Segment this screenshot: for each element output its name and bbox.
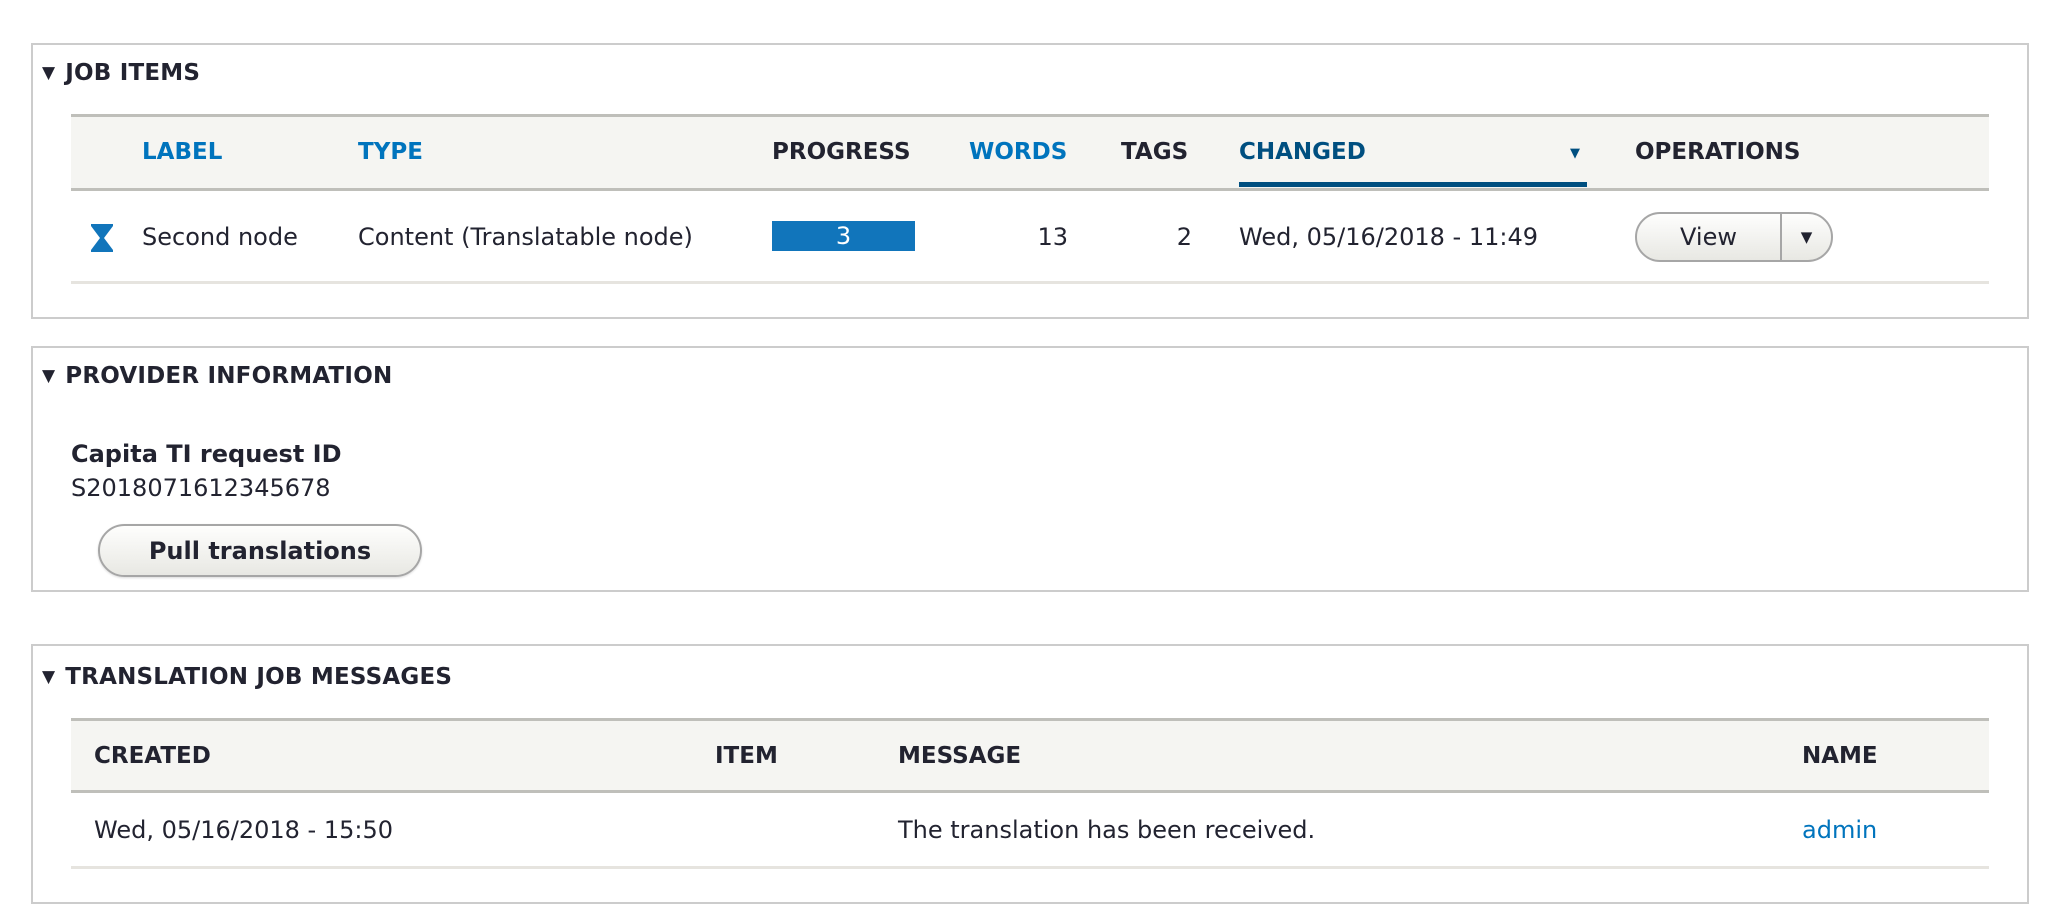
message-user-link[interactable]: admin [1802, 816, 1877, 844]
column-item: ITEM [715, 743, 778, 769]
provider-information-title: PROVIDER INFORMATION [65, 363, 393, 389]
row-divider [71, 281, 1989, 284]
request-id-value: S2018071612345678 [71, 474, 331, 502]
messages-toggle[interactable]: ▼ TRANSLATION JOB MESSAGES [42, 664, 452, 690]
job-item-tags: 2 [1176, 223, 1192, 251]
job-item-type: Content (Translatable node) [358, 223, 693, 251]
column-words[interactable]: WORDS [969, 139, 1067, 165]
progress-bar-fill: 3 [772, 221, 915, 251]
collapse-triangle-icon: ▼ [42, 63, 56, 83]
view-operation-dropbutton: View ▼ [1635, 212, 1833, 262]
message-created: Wed, 05/16/2018 - 15:50 [94, 816, 393, 844]
job-items-toggle[interactable]: ▼ JOB ITEMS [42, 60, 200, 86]
column-operations: OPERATIONS [1635, 139, 1801, 165]
column-progress: PROGRESS [772, 139, 911, 165]
column-changed[interactable]: CHANGED [1239, 139, 1366, 165]
column-message: MESSAGE [898, 743, 1022, 769]
pull-translations-button[interactable]: Pull translations [98, 524, 422, 577]
column-label[interactable]: LABEL [142, 139, 222, 165]
row-divider [71, 866, 1989, 869]
sort-desc-icon: ▼ [1570, 146, 1580, 161]
job-item-label: Second node [142, 223, 298, 251]
messages-title: TRANSLATION JOB MESSAGES [65, 664, 453, 690]
operations-toggle-icon[interactable]: ▼ [1782, 228, 1831, 246]
column-tags: TAGS [1121, 139, 1189, 165]
progress-bar: 3 [772, 221, 915, 251]
job-item-words: 13 [1037, 223, 1068, 251]
view-button[interactable]: View [1637, 214, 1782, 260]
collapse-triangle-icon: ▼ [42, 667, 56, 687]
progress-value: 3 [835, 222, 852, 250]
column-created: CREATED [94, 743, 211, 769]
active-sort-underline [1239, 182, 1587, 187]
collapse-triangle-icon: ▼ [42, 366, 56, 386]
messages-table-header [71, 718, 1989, 793]
message-text: The translation has been received. [898, 816, 1316, 844]
job-items-title: JOB ITEMS [65, 60, 201, 86]
job-item-changed: Wed, 05/16/2018 - 11:49 [1239, 223, 1538, 251]
request-id-label: Capita TI request ID [71, 440, 342, 468]
hourglass-icon [91, 224, 113, 252]
column-type[interactable]: TYPE [358, 139, 423, 165]
column-name: NAME [1802, 743, 1878, 769]
provider-information-toggle[interactable]: ▼ PROVIDER INFORMATION [42, 363, 392, 389]
